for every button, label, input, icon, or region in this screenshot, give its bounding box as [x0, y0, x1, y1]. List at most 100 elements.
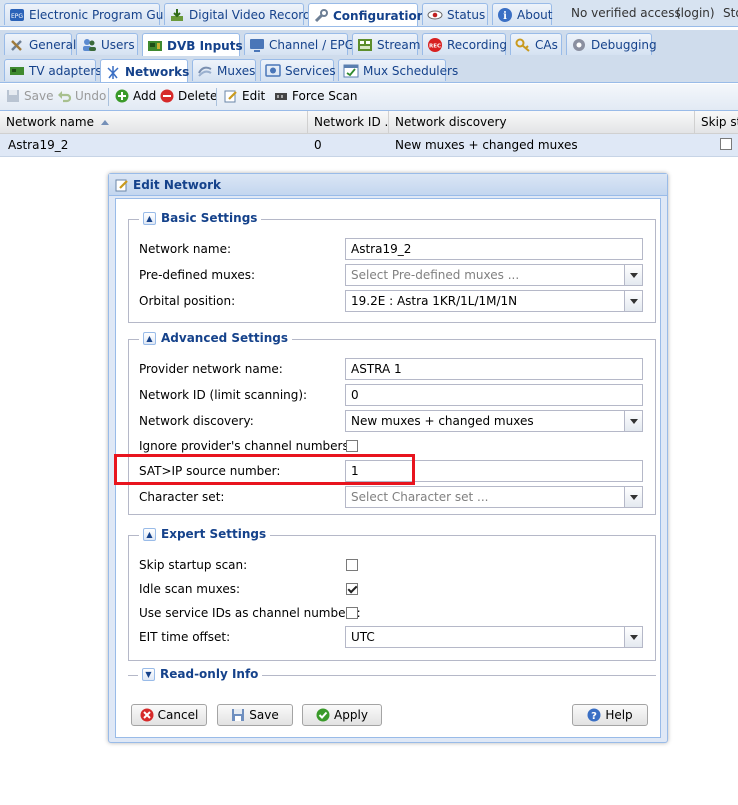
- edit-icon: [115, 178, 129, 192]
- legend-label: Expert Settings: [161, 527, 267, 541]
- chevron-down-icon[interactable]: [624, 265, 642, 285]
- readonly-info-legend[interactable]: ▼ Read-only Info: [138, 667, 263, 681]
- tab-label: Users: [101, 37, 135, 52]
- users-icon: [81, 37, 97, 53]
- column-network-discovery[interactable]: Network discovery: [389, 111, 695, 133]
- delete-button[interactable]: Delete: [160, 89, 217, 103]
- dialog-save-button[interactable]: Save: [217, 704, 293, 726]
- delete-label: Delete: [178, 89, 218, 103]
- tab-about[interactable]: i About: [492, 3, 552, 25]
- toolbar-divider: [216, 88, 217, 106]
- main-tabbar: EPG Electronic Program Guide Digital Vid…: [0, 0, 738, 27]
- svg-text:EPG: EPG: [11, 13, 23, 20]
- provider-network-name-field[interactable]: ASTRA 1: [345, 358, 643, 380]
- tab-services[interactable]: Services: [260, 59, 336, 81]
- cell-skip-startup[interactable]: [714, 138, 732, 160]
- expert-settings-legend[interactable]: ▲ Expert Settings: [139, 527, 271, 541]
- tab-configuration[interactable]: Configuration: [308, 3, 425, 26]
- collapse-icon[interactable]: ▲: [143, 211, 156, 225]
- chevron-down-icon[interactable]: [624, 627, 642, 647]
- basic-settings-legend[interactable]: ▲ Basic Settings: [139, 211, 262, 225]
- network-discovery-select[interactable]: New muxes + changed muxes: [345, 410, 643, 432]
- chevron-down-icon[interactable]: [624, 291, 642, 311]
- tab-epg[interactable]: EPG Electronic Program Guide: [4, 3, 182, 25]
- tab-recording[interactable]: REC Recording: [422, 33, 507, 55]
- chevron-down-icon[interactable]: [624, 487, 642, 507]
- tab-users[interactable]: Users: [76, 33, 138, 55]
- tab-channel-epg[interactable]: Channel / EPG: [244, 33, 354, 55]
- antenna-icon: [105, 64, 121, 80]
- eit-time-offset-select[interactable]: UTC: [345, 626, 643, 648]
- add-button[interactable]: Add: [115, 89, 156, 103]
- orbital-position-label: Orbital position:: [139, 294, 236, 308]
- grid-header: Network name Network ID ... Network disc…: [0, 111, 738, 134]
- service-ids-label: Use service IDs as channel numbers:: [139, 606, 361, 620]
- tab-label: Networks: [125, 64, 190, 79]
- eye-icon: [427, 7, 443, 23]
- idle-scan-muxes-checkbox[interactable]: [346, 583, 358, 595]
- ignore-channel-numbers-checkbox[interactable]: [346, 440, 358, 452]
- idle-scan-muxes-label: Idle scan muxes:: [139, 582, 241, 596]
- tab-label: Configuration: [333, 8, 426, 23]
- collapse-icon[interactable]: ▲: [143, 331, 156, 345]
- edit-button[interactable]: Edit: [224, 89, 265, 103]
- undo-button[interactable]: Undo: [57, 89, 106, 103]
- help-button[interactable]: ? Help: [572, 704, 648, 726]
- network-name-field[interactable]: Astra19_2: [345, 238, 643, 260]
- dialog-title-bar[interactable]: Edit Network: [109, 174, 667, 196]
- epg-icon: EPG: [9, 7, 25, 23]
- column-label: Network discovery: [395, 115, 507, 129]
- column-skip-startup[interactable]: Skip sta: [695, 111, 738, 133]
- orbital-position-select[interactable]: 19.2E : Astra 1KR/1L/1M/1N: [345, 290, 643, 312]
- tab-status[interactable]: Status: [422, 3, 488, 25]
- select-value: 19.2E : Astra 1KR/1L/1M/1N: [351, 294, 518, 308]
- add-label: Add: [133, 89, 157, 103]
- cancel-button[interactable]: Cancel: [131, 704, 207, 726]
- tab-label: Muxes: [217, 63, 256, 78]
- wrench-icon: [313, 8, 329, 24]
- table-row[interactable]: Astra19_2 0 New muxes + changed muxes: [0, 134, 738, 157]
- tab-label: TV adapters: [29, 63, 102, 78]
- network-discovery-label: Network discovery:: [139, 414, 254, 428]
- chevron-down-icon[interactable]: [624, 411, 642, 431]
- service-ids-checkbox[interactable]: [346, 607, 358, 619]
- tab-label: General: [29, 37, 77, 52]
- collapse-icon[interactable]: ▲: [143, 527, 156, 541]
- skip-startup-checkbox[interactable]: [720, 138, 732, 150]
- stop-link[interactable]: Sto: [723, 6, 738, 20]
- tab-stream[interactable]: Stream: [352, 33, 420, 55]
- tab-general[interactable]: General: [4, 33, 76, 55]
- apply-button[interactable]: Apply: [302, 704, 382, 726]
- predefined-muxes-select[interactable]: Select Pre-defined muxes ...: [345, 264, 643, 286]
- select-value: New muxes + changed muxes: [351, 414, 534, 428]
- tab-tv-adapters[interactable]: TV adapters: [4, 59, 102, 81]
- cancel-label: Cancel: [157, 708, 199, 722]
- tab-mux-schedulers[interactable]: Mux Schedulers: [338, 59, 458, 81]
- cell-network-id: 0: [314, 138, 322, 152]
- column-network-id[interactable]: Network ID ...: [308, 111, 389, 133]
- tab-debugging[interactable]: Debugging: [566, 33, 657, 55]
- tab-networks[interactable]: Networks: [100, 59, 190, 82]
- tab-muxes[interactable]: Muxes: [192, 59, 256, 81]
- sort-ascending-icon: [100, 120, 109, 125]
- muxes-icon: [197, 63, 213, 79]
- save-button[interactable]: Save: [6, 89, 53, 103]
- adapter-icon: [9, 63, 25, 79]
- column-network-name[interactable]: Network name: [0, 111, 308, 133]
- expand-icon[interactable]: ▼: [142, 667, 155, 681]
- network-id-field[interactable]: 0: [345, 384, 643, 406]
- scan-icon: [274, 89, 288, 103]
- character-set-select[interactable]: Select Character set ...: [345, 486, 643, 508]
- tab-cas[interactable]: CAs: [510, 33, 562, 55]
- tab-label: Digital Video Recorder: [189, 7, 323, 22]
- help-label: Help: [605, 708, 633, 722]
- skip-startup-scan-checkbox[interactable]: [346, 559, 358, 571]
- tab-dvb-inputs[interactable]: DVB Inputs: [142, 33, 243, 56]
- login-link[interactable]: (login): [676, 6, 715, 20]
- select-placeholder: Select Pre-defined muxes ...: [351, 268, 520, 282]
- tab-dvr[interactable]: Digital Video Recorder: [164, 3, 323, 25]
- tab-label: Channel / EPG: [269, 37, 355, 52]
- force-scan-button[interactable]: Force Scan: [274, 89, 357, 103]
- advanced-settings-legend[interactable]: ▲ Advanced Settings: [139, 331, 293, 345]
- predefined-muxes-label: Pre-defined muxes:: [139, 268, 256, 282]
